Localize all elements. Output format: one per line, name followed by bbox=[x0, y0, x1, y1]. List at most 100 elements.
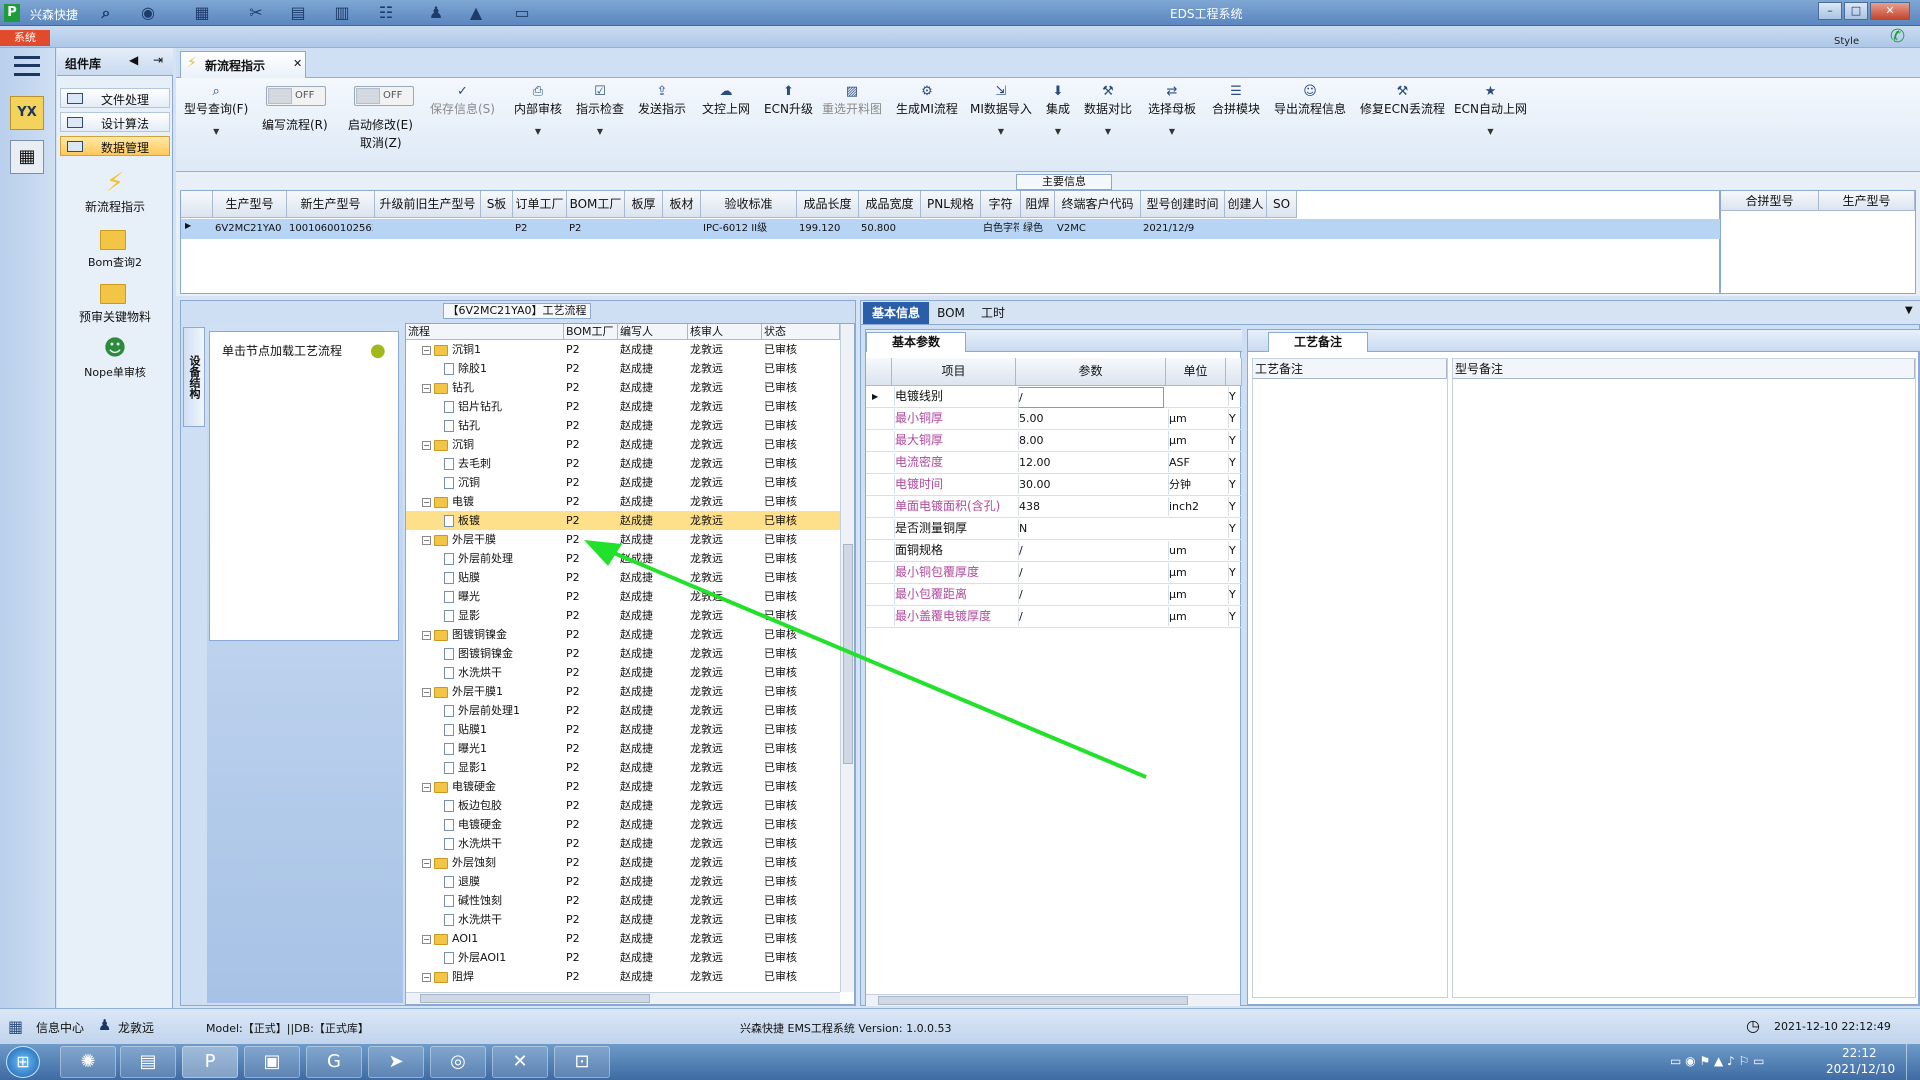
column-header[interactable]: 生产型号 bbox=[213, 191, 287, 218]
cell[interactable]: 10010600102563 bbox=[289, 219, 373, 238]
process-row[interactable]: 板镀 P2 赵成捷 龙敦远 已审核 bbox=[406, 511, 840, 530]
param-value-cell[interactable]: 8.00 bbox=[1018, 431, 1164, 450]
doc-control-online-button[interactable]: ☁ 文控上网 bbox=[702, 84, 750, 117]
mi-data-import-button[interactable]: ⇲ MI数据导入 ▼ bbox=[970, 84, 1032, 136]
param-row[interactable]: 单面电镀面积(含孔) 438 inch2 Y bbox=[866, 496, 1242, 518]
taskbar-app-save[interactable]: ▣ bbox=[244, 1046, 300, 1078]
process-row[interactable]: 碱性蚀刻 P2 赵成捷 龙敦远 已审核 bbox=[406, 891, 840, 910]
process-remarks-box[interactable]: 工艺备注 bbox=[1252, 358, 1448, 998]
cell[interactable]: 绿色 bbox=[1023, 219, 1053, 238]
process-node[interactable]: 图镀铜镍金 bbox=[444, 644, 562, 663]
cell[interactable]: 50.800 bbox=[861, 219, 919, 238]
process-column-header[interactable]: 核审人 bbox=[688, 324, 762, 340]
param-value-cell[interactable]: 12.00 bbox=[1018, 453, 1164, 472]
tray-icons[interactable]: ▭ ◉ ⚑ ▲ ♪ ⚐ ▭ bbox=[1670, 1054, 1764, 1068]
instruction-check-button[interactable]: ☑ 指示检查 ▼ bbox=[576, 84, 624, 136]
param-value-cell[interactable]: 5.00 bbox=[1018, 409, 1164, 428]
taskbar-app-view[interactable]: ◎ bbox=[430, 1046, 486, 1078]
info-center-label[interactable]: 信息中心 bbox=[36, 1019, 84, 1036]
column-header[interactable]: 成品宽度 bbox=[859, 191, 921, 218]
write-flow-toggle[interactable]: OFF bbox=[266, 86, 326, 106]
film-icon[interactable]: ▤ bbox=[286, 3, 310, 23]
show-desktop-button[interactable] bbox=[1906, 1044, 1920, 1080]
process-column-header[interactable]: BOM工厂 bbox=[564, 324, 618, 340]
process-node[interactable]: − 沉铜 bbox=[422, 435, 562, 454]
grid-icon[interactable]: ☷ bbox=[374, 3, 398, 23]
process-node[interactable]: 曝光 bbox=[444, 587, 562, 606]
scissors-icon[interactable]: ✂ bbox=[244, 3, 268, 23]
process-node[interactable]: 电镀硬金 bbox=[444, 815, 562, 834]
process-node[interactable]: 除胶1 bbox=[444, 359, 562, 378]
cancel-button[interactable]: 取消(Z) bbox=[360, 134, 402, 151]
nav-item-data-management[interactable]: 数据管理 bbox=[60, 136, 170, 156]
process-node[interactable]: − 外层蚀刻 bbox=[422, 853, 562, 872]
minimize-button[interactable]: – bbox=[1818, 2, 1842, 20]
process-column-header[interactable]: 状态 bbox=[762, 324, 840, 340]
process-row[interactable]: 板边包胶 P2 赵成捷 龙敦远 已审核 bbox=[406, 796, 840, 815]
process-row[interactable]: 外层AOI1 P2 赵成捷 龙敦远 已审核 bbox=[406, 948, 840, 967]
param-row[interactable]: 最小铜厚 5.00 μm Y bbox=[866, 408, 1242, 430]
close-tab-icon[interactable]: ✕ bbox=[293, 57, 302, 70]
process-node[interactable]: 贴膜 bbox=[444, 568, 562, 587]
process-row[interactable]: − 钻孔 P2 赵成捷 龙敦远 已审核 bbox=[406, 378, 840, 397]
column-header[interactable]: BOM工厂 bbox=[567, 191, 625, 218]
process-row[interactable]: − 沉铜 P2 赵成捷 龙敦远 已审核 bbox=[406, 435, 840, 454]
column-header[interactable]: SO bbox=[1267, 191, 1297, 218]
repair-ecn-flow-button[interactable]: ⚒ 修复ECN丢流程 bbox=[1360, 84, 1445, 117]
column-header[interactable]: 板厚 bbox=[625, 191, 663, 218]
process-node[interactable]: 水洗烘干 bbox=[444, 910, 562, 929]
column-header[interactable]: 验收标准 bbox=[701, 191, 797, 218]
shortcut-bom-query[interactable]: Bom查询2 bbox=[57, 224, 173, 276]
export-flow-info-button[interactable]: ☺ 导出流程信息 bbox=[1274, 84, 1346, 117]
param-row[interactable]: 最大铜厚 8.00 μm Y bbox=[866, 430, 1242, 452]
nav-item-file-processing[interactable]: 文件处理 bbox=[60, 88, 170, 108]
nav-item-design-algorithm[interactable]: 设计算法 bbox=[60, 112, 170, 132]
column-header[interactable]: 创建人 bbox=[1225, 191, 1267, 218]
collapse-icon[interactable]: − bbox=[422, 383, 431, 393]
process-node[interactable]: − 钻孔 bbox=[422, 378, 562, 397]
column-header[interactable]: 成品长度 bbox=[797, 191, 859, 218]
collapse-icon[interactable]: − bbox=[422, 440, 431, 450]
select-mother-board-button[interactable]: ⇄ 选择母板 ▼ bbox=[1148, 84, 1196, 136]
integrate-button[interactable]: ⬇ 集成 ▼ bbox=[1046, 84, 1070, 136]
process-node[interactable]: 显影 bbox=[444, 606, 562, 625]
cell[interactable]: P2 bbox=[515, 219, 565, 238]
tab-new-process[interactable]: ⚡ 新流程指示 ✕ bbox=[180, 51, 306, 78]
cell[interactable]: 6V2MC21YA0 bbox=[215, 219, 285, 238]
table-icon[interactable]: ▦ bbox=[190, 3, 214, 23]
collapse-icon[interactable]: − bbox=[422, 858, 431, 868]
style-label[interactable]: Style bbox=[1834, 36, 1859, 47]
process-node[interactable]: 曝光1 bbox=[444, 739, 562, 758]
process-row[interactable]: − 沉铜1 P2 赵成捷 龙敦远 已审核 bbox=[406, 340, 840, 359]
chart-icon[interactable]: ▲ bbox=[464, 3, 488, 23]
merge-module-button[interactable]: ☰ 合拼模块 bbox=[1212, 84, 1260, 117]
process-column-header[interactable]: 流程 bbox=[406, 324, 564, 340]
building-icon[interactable]: ▥ bbox=[330, 3, 354, 23]
shortcut-nope-review[interactable]: ☻ Nope单审核 bbox=[57, 334, 173, 386]
param-value-cell[interactable]: / bbox=[1018, 387, 1164, 408]
process-node[interactable]: − 沉铜1 bbox=[422, 340, 562, 359]
process-node[interactable]: − 外层干膜1 bbox=[422, 682, 562, 701]
tab-work-hours[interactable]: 工时 bbox=[973, 302, 1013, 324]
data-compare-button[interactable]: ⚒ 数据对比 ▼ bbox=[1084, 84, 1132, 136]
column-header[interactable]: 升级前旧生产型号 bbox=[375, 191, 481, 218]
process-node[interactable]: 贴膜1 bbox=[444, 720, 562, 739]
model-remarks-box[interactable]: 型号备注 bbox=[1452, 358, 1916, 998]
process-node[interactable]: 退膜 bbox=[444, 872, 562, 891]
param-row[interactable]: 电镀时间 30.00 分钟 Y bbox=[866, 474, 1242, 496]
ecn-auto-online-button[interactable]: ★ ECN自动上网 ▼ bbox=[1454, 84, 1527, 136]
tab-menu-arrow-icon[interactable]: ▼ bbox=[1905, 305, 1913, 316]
close-button[interactable]: ✕ bbox=[1870, 2, 1910, 20]
param-column-header[interactable]: 单位 bbox=[1166, 358, 1226, 386]
process-node[interactable]: 水洗烘干 bbox=[444, 834, 562, 853]
main-info-row[interactable]: ▶ 6V2MC21YA0 10010600102563 P2 P2 IPC-6012 II… bbox=[181, 219, 1721, 239]
process-node[interactable]: − 电镀硬金 bbox=[422, 777, 562, 796]
process-node[interactable]: 显影1 bbox=[444, 758, 562, 777]
process-node[interactable]: 钻孔 bbox=[444, 416, 562, 435]
equipment-structure-tab[interactable]: 设备结构 bbox=[183, 327, 205, 427]
process-row[interactable]: 水洗烘干 P2 赵成捷 龙敦远 已审核 bbox=[406, 910, 840, 929]
collapse-left-icon[interactable]: ◀ bbox=[129, 53, 138, 67]
column-header[interactable]: 型号创建时间 bbox=[1141, 191, 1225, 218]
params-horizontal-scrollbar[interactable] bbox=[866, 994, 1240, 1006]
taskbar-app-red[interactable]: G bbox=[306, 1046, 362, 1078]
